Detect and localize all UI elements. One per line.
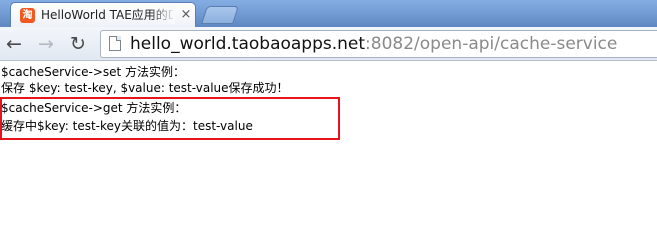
taobao-favicon-icon: 淘 (20, 8, 35, 23)
forward-arrow-icon[interactable]: → (34, 32, 58, 56)
address-bar[interactable]: hello_world.taobaoapps.net:8082/open-api… (100, 30, 657, 58)
reload-icon[interactable]: ↻ (66, 32, 90, 56)
tab-close-icon[interactable]: × (179, 7, 193, 23)
set-method-heading: $cacheService->set 方法实例： (1, 65, 186, 79)
page-document-icon (109, 36, 121, 51)
tab-title-fade (151, 6, 175, 24)
browser-tab-active[interactable]: 淘 HelloWorld TAE应用的DE × (10, 2, 196, 27)
browser-toolbar: ← → ↻ hello_world.taobaoapps.net:8082/op… (0, 27, 657, 61)
tab-strip: 淘 HelloWorld TAE应用的DE × (0, 0, 657, 27)
address-url[interactable]: hello_world.taobaoapps.net:8082/open-api… (130, 33, 617, 55)
back-arrow-icon[interactable]: ← (2, 32, 26, 56)
new-tab-button[interactable] (201, 6, 239, 24)
red-highlight-box (0, 97, 340, 140)
url-path: :8082/open-api/cache-service (365, 34, 618, 54)
page-content: $cacheService->set 方法实例： 保存 $key: test-k… (0, 61, 657, 215)
set-result-line: 保存 $key: test-key, $value: test-value保存成… (1, 81, 289, 95)
url-host: hello_world.taobaoapps.net (130, 34, 366, 54)
